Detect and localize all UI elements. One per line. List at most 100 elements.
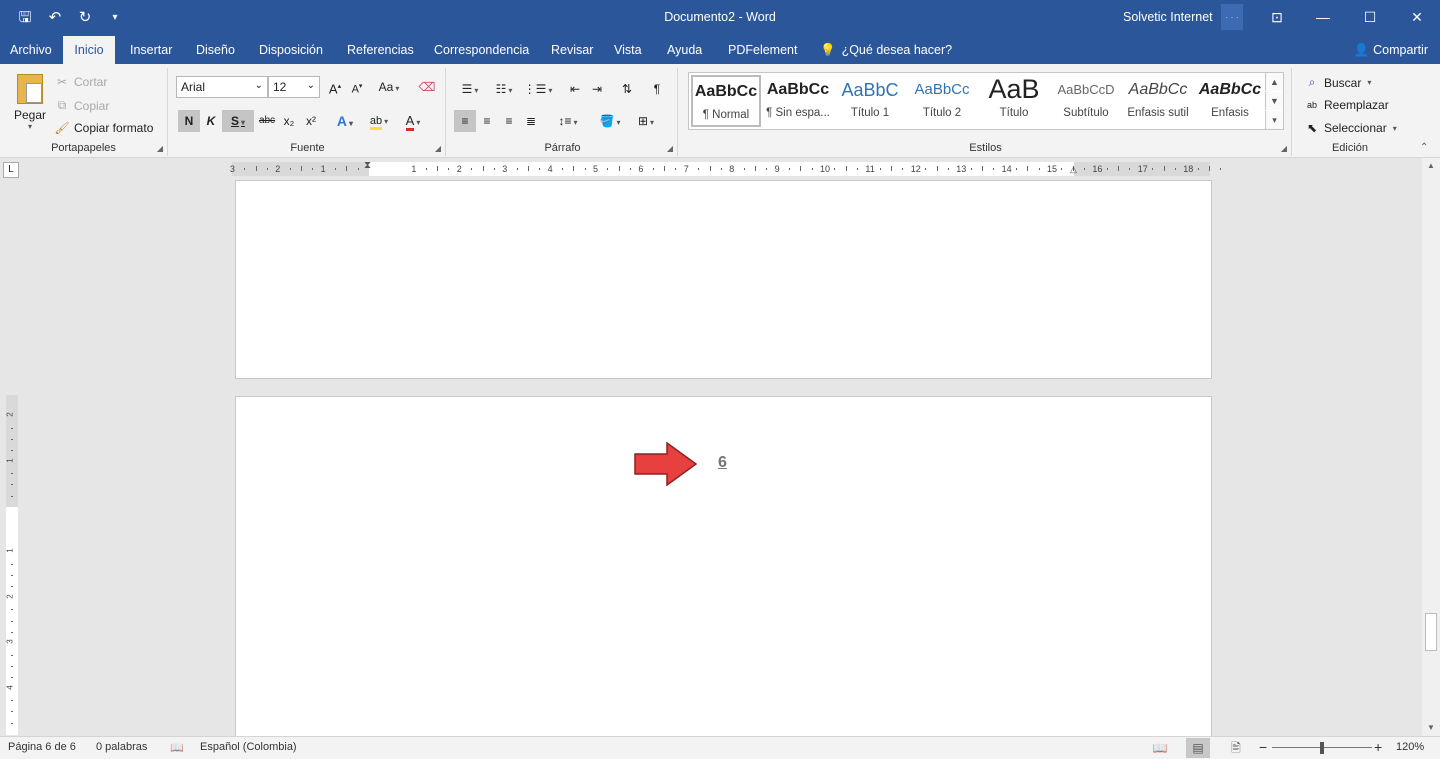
multilevel-list-icon[interactable]: ⋮☰ ▾ — [522, 78, 554, 100]
tab-ayuda[interactable]: Ayuda — [659, 36, 710, 64]
tab-selector[interactable]: L — [3, 162, 19, 178]
style-no-spacing[interactable]: AaBbCc ¶ Sin espa... — [763, 75, 833, 127]
gallery-scroll-up-icon[interactable]: ▲ — [1265, 73, 1283, 91]
style-title[interactable]: AaB Título — [979, 75, 1049, 127]
avatar[interactable]: · · · — [1221, 4, 1243, 30]
scroll-up-icon[interactable]: ▲ — [1422, 158, 1440, 174]
zoom-slider-thumb[interactable] — [1320, 742, 1324, 754]
subscript-button[interactable]: x₂ — [278, 110, 300, 132]
zoom-out-button[interactable]: − — [1259, 739, 1267, 755]
font-color-button[interactable]: A ▾ — [398, 110, 428, 132]
underline-button[interactable]: S ▾ — [222, 110, 254, 132]
style-subtitle[interactable]: AaBbCcD Subtítulo — [1051, 75, 1121, 127]
sort-icon[interactable]: ⇅ — [616, 78, 638, 100]
proofing-icon[interactable]: 📖 — [170, 741, 184, 754]
align-right-icon[interactable]: ≡ — [498, 110, 520, 132]
clear-formatting-icon[interactable]: ⌫ — [416, 76, 438, 98]
tab-revisar[interactable]: Revisar — [543, 36, 601, 64]
vertical-ruler[interactable]: 2 1 1 2 3 4 — [6, 395, 18, 735]
web-layout-icon[interactable]: 🖹 — [1224, 738, 1248, 758]
page-count[interactable]: Página 6 de 6 — [8, 741, 76, 753]
zoom-level[interactable]: 120% — [1396, 741, 1424, 753]
numbering-icon[interactable]: ☷ ▾ — [488, 78, 520, 100]
ruler-tick — [1118, 166, 1120, 171]
superscript-button[interactable]: x² — [300, 110, 322, 132]
dialog-launcher-icon[interactable]: ◢ — [667, 144, 673, 153]
page-5[interactable] — [235, 180, 1212, 379]
dialog-launcher-icon[interactable]: ◢ — [157, 144, 163, 153]
ruler-tick — [425, 168, 427, 170]
maximize-button[interactable]: ☐ — [1347, 0, 1393, 34]
increase-indent-icon[interactable]: ⇥ — [586, 78, 608, 100]
grow-font-button[interactable]: A▴ — [324, 76, 346, 98]
paste-button[interactable]: Pegar ▾ — [10, 72, 50, 134]
ruler-tick — [584, 168, 586, 170]
ruler-tick — [471, 168, 473, 170]
format-painter-button[interactable]: 🖌 Copiar formato — [54, 121, 153, 135]
style-normal[interactable]: AaBbCc ¶ Normal — [691, 75, 761, 127]
tab-pdfelement[interactable]: PDFelement — [720, 36, 805, 64]
tab-inicio[interactable]: Inicio — [63, 36, 115, 64]
collapse-ribbon-icon[interactable]: ⌃ — [1420, 142, 1428, 153]
minimize-button[interactable]: — — [1300, 0, 1346, 34]
show-formatting-button[interactable]: ¶ — [646, 78, 668, 100]
font-size-box[interactable]: 12 ⌄ — [268, 76, 320, 98]
page-number-field[interactable]: 6 — [718, 454, 727, 472]
ribbon-display-options-button[interactable]: ⊡ — [1254, 0, 1300, 34]
tab-insertar[interactable]: Insertar — [122, 36, 180, 64]
style-heading-1[interactable]: AaBbC Título 1 — [835, 75, 905, 127]
print-layout-icon[interactable]: ▤ — [1186, 738, 1210, 758]
align-left-icon[interactable]: ≡ — [454, 110, 476, 132]
share-button[interactable]: 👤 Compartir — [1354, 36, 1428, 64]
style-subtle-emphasis[interactable]: AaBbCc Énfasis sutil — [1123, 75, 1193, 127]
page-6[interactable] — [235, 396, 1212, 741]
ruler-tick-label: 13 — [956, 164, 967, 174]
italic-button[interactable]: K — [200, 110, 222, 132]
indent-marker-icon[interactable]: ⧗ — [364, 160, 371, 171]
shrink-font-button[interactable]: A▾ — [346, 76, 368, 98]
gallery-scroll-down-icon[interactable]: ▼ — [1265, 92, 1283, 110]
replace-button[interactable]: ab Reemplazar — [1304, 98, 1389, 112]
gallery-more-icon[interactable]: ▾ — [1265, 111, 1283, 129]
language-indicator[interactable]: Español (Colombia) — [200, 741, 297, 753]
tab-diseno[interactable]: Diseño — [188, 36, 243, 64]
highlight-button[interactable]: ab ▾ — [364, 110, 394, 132]
dialog-launcher-icon[interactable]: ◢ — [435, 144, 441, 153]
select-button[interactable]: ⬉ Seleccionar ▾ — [1304, 121, 1397, 135]
copy-button[interactable]: ⧉ Copiar — [54, 98, 110, 113]
tell-me-box[interactable]: 💡 ¿Qué desea hacer? — [812, 36, 960, 64]
right-indent-marker-icon[interactable]: △ — [1070, 164, 1077, 175]
horizontal-ruler[interactable]: 3 2 1 1 2 3 4 5 6 7 8 9 10 11 12 13 14 15 16 17 18 ⧗ △ — [230, 160, 1222, 176]
tab-referencias[interactable]: Referencias — [339, 36, 422, 64]
read-mode-icon[interactable]: 📖 — [1148, 738, 1172, 758]
account-name[interactable]: Solvetic Internet — [1123, 10, 1213, 24]
tab-correspondencia[interactable]: Correspondencia — [426, 36, 537, 64]
highlight-label: ab — [369, 115, 383, 130]
strikethrough-button[interactable]: abc — [256, 110, 278, 132]
bold-button[interactable]: N — [178, 110, 200, 132]
style-heading-2[interactable]: AaBbCc Título 2 — [907, 75, 977, 127]
tab-disposicion[interactable]: Disposición — [251, 36, 331, 64]
bullets-icon[interactable]: ☰ ▾ — [454, 78, 486, 100]
font-name-box[interactable]: Arial ⌄ — [176, 76, 268, 98]
scroll-thumb[interactable] — [1425, 613, 1437, 651]
style-emphasis[interactable]: AaBbCc Énfasis — [1195, 75, 1265, 127]
close-button[interactable]: ✕ — [1394, 0, 1440, 34]
word-count[interactable]: 0 palabras — [96, 741, 147, 753]
borders-icon[interactable]: ⊞ ▾ — [630, 110, 662, 132]
decrease-indent-icon[interactable]: ⇤ — [564, 78, 586, 100]
vertical-scrollbar[interactable]: ▲ ▼ — [1422, 158, 1440, 736]
text-effects-button[interactable]: A ▾ — [330, 110, 360, 132]
dialog-launcher-icon[interactable]: ◢ — [1281, 144, 1287, 153]
shading-icon[interactable]: 🪣 ▾ — [594, 110, 626, 132]
align-center-icon[interactable]: ≡ — [476, 110, 498, 132]
line-spacing-icon[interactable]: ↕≡ ▾ — [552, 110, 584, 132]
change-case-button[interactable]: Aa ▾ — [374, 76, 404, 98]
justify-icon[interactable]: ≣ — [520, 110, 542, 132]
scroll-down-icon[interactable]: ▼ — [1422, 720, 1440, 736]
find-button[interactable]: ⌕ Buscar ▾ — [1304, 75, 1372, 90]
zoom-in-button[interactable]: + — [1374, 739, 1382, 755]
cut-button[interactable]: ✂ Cortar — [54, 75, 107, 89]
tab-vista[interactable]: Vista — [606, 36, 650, 64]
tab-archivo[interactable]: Archivo — [2, 36, 60, 64]
